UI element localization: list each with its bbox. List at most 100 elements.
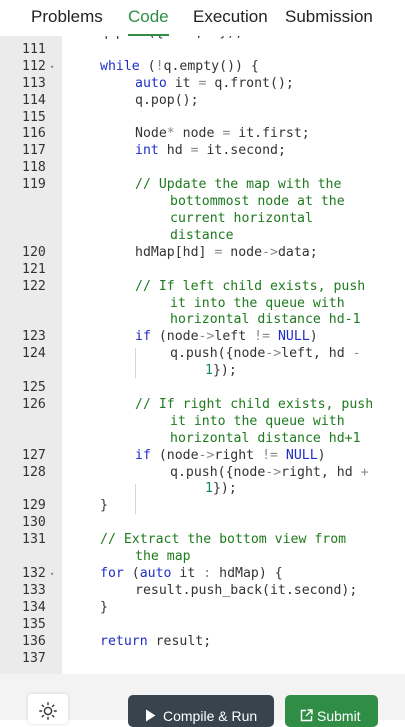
code-text: q.push({node->right, hd + xyxy=(170,465,369,482)
code-line[interactable]: horizontal distance hd+1 xyxy=(0,431,405,448)
code-line[interactable]: 137 xyxy=(0,651,405,668)
code-line[interactable]: 1}); xyxy=(0,481,405,498)
code-line[interactable]: 113 auto it = q.front(); xyxy=(0,76,405,93)
code-text: q.push({node->left, hd - xyxy=(170,346,361,363)
code-text: it into the queue with xyxy=(170,296,345,313)
code-line[interactable]: 136 return result; xyxy=(0,634,405,651)
code-line[interactable]: it into the queue with xyxy=(0,296,405,313)
code-line[interactable]: 133 result.push_back(it.second); xyxy=(0,583,405,600)
code-line[interactable]: 121 xyxy=(0,262,405,279)
submit-button[interactable]: Submit xyxy=(285,695,378,727)
code-text: } xyxy=(100,498,108,515)
code-line[interactable]: 129} xyxy=(0,498,405,515)
compile-run-label: Compile & Run xyxy=(163,708,258,724)
tab-execution[interactable]: Execution xyxy=(193,0,268,36)
code-token: ( xyxy=(139,58,156,74)
code-text: the map xyxy=(135,549,191,566)
code-token: horizontal distance hd-1 xyxy=(170,312,361,328)
code-text: if (node->right != NULL) xyxy=(135,448,326,465)
code-line[interactable]: 118 xyxy=(0,160,405,177)
code-text: int hd = it.second; xyxy=(135,143,286,160)
code-text: horizontal distance hd+1 xyxy=(170,431,361,448)
code-line[interactable]: 122 // If left child exists, push xyxy=(0,279,405,296)
code-text: // If right child exists, push xyxy=(135,397,373,414)
code-token: result; xyxy=(147,633,212,649)
code-token: }); xyxy=(212,363,237,379)
code-token: 1 xyxy=(205,481,213,497)
tab-submission[interactable]: Submission xyxy=(285,0,373,36)
code-line[interactable]: 114 q.pop(); xyxy=(0,93,405,110)
code-token: // Extract the bottom view from xyxy=(100,532,347,548)
code-token: != xyxy=(262,447,278,463)
code-line[interactable]: it into the queue with xyxy=(0,414,405,431)
code-token: // Update the map with the xyxy=(135,177,342,193)
code-line[interactable]: 124 q.push({node->left, hd - xyxy=(0,346,405,363)
code-line[interactable]: 128 q.push({node->right, hd + xyxy=(0,465,405,482)
code-line[interactable]: 116 Node* node = it.first; xyxy=(0,126,405,143)
code-line[interactable]: 120 hdMap[hd] = node->data; xyxy=(0,245,405,262)
fold-toggle-icon[interactable]: ▾ xyxy=(50,59,54,76)
code-line[interactable]: 123 if (node->left != NULL) xyxy=(0,329,405,346)
code-text: auto it = q.front(); xyxy=(135,76,294,93)
code-line[interactable]: 132 ▾ for (auto it : hdMap) { xyxy=(0,566,405,583)
tab-code-label: Code xyxy=(128,7,169,26)
code-line[interactable]: distance xyxy=(0,228,405,245)
code-token: -> xyxy=(262,244,278,260)
code-line[interactable]: 112 ▾ while (!q.empty()) { xyxy=(0,59,405,76)
compile-run-button[interactable]: Compile & Run xyxy=(128,695,274,727)
line-number: 121 xyxy=(22,261,46,277)
code-editor[interactable]: 110q.push({root, 0});111112▾while (!q.em… xyxy=(0,36,405,674)
line-number: 135 xyxy=(22,616,46,632)
code-line[interactable]: 126 // If right child exists, push xyxy=(0,397,405,414)
code-line[interactable]: the map xyxy=(0,549,405,566)
code-token: q.push({node xyxy=(170,346,266,362)
code-line[interactable]: 117 int hd = it.second; xyxy=(0,143,405,160)
code-token: node xyxy=(174,126,223,142)
line-number: 132 xyxy=(22,566,46,581)
line-number: 125 xyxy=(22,380,46,396)
code-line[interactable]: 131 // Extract the bottom view from xyxy=(0,532,405,549)
code-line[interactable]: 119 // Update the map with the xyxy=(0,177,405,194)
code-text: for (auto it : hdMap) { xyxy=(100,566,283,583)
code-line[interactable]: 115 xyxy=(0,110,405,127)
sun-icon xyxy=(39,702,57,720)
code-token: while xyxy=(100,58,140,74)
line-number: 114 xyxy=(22,92,46,108)
code-text: 1}); xyxy=(205,363,237,380)
code-token: // If left child exists, push xyxy=(135,278,366,294)
code-line[interactable]: 125 xyxy=(0,380,405,397)
code-token: if xyxy=(135,329,151,345)
code-token: }); xyxy=(212,481,237,497)
tab-problems[interactable]: Problems xyxy=(31,0,103,36)
submit-label: Submit xyxy=(317,708,361,724)
code-token: horizontal distance hd+1 xyxy=(170,430,361,446)
code-token: -> xyxy=(198,329,215,345)
play-icon xyxy=(146,709,156,722)
code-token: ( xyxy=(123,566,140,581)
tab-code[interactable]: Code xyxy=(128,0,169,36)
code-token: it into the queue with xyxy=(170,413,345,429)
code-token: != xyxy=(254,329,271,345)
code-line[interactable]: 134} xyxy=(0,600,405,617)
code-token: hdMap) { xyxy=(211,566,283,581)
fold-toggle-icon[interactable]: ▾ xyxy=(50,566,54,583)
code-line[interactable]: 130 xyxy=(0,515,405,532)
line-number: 131 xyxy=(22,532,46,548)
line-number: 137 xyxy=(22,650,46,666)
code-text: while (!q.empty()) { xyxy=(100,59,259,76)
code-token: auto xyxy=(139,566,172,581)
line-number: 111 xyxy=(22,41,46,57)
code-token: it.first; xyxy=(230,126,310,142)
code-token: right, hd xyxy=(281,464,361,480)
code-token: // If right child exists, push xyxy=(135,396,374,412)
code-token: -> xyxy=(265,346,282,362)
code-line[interactable]: 111 xyxy=(0,42,405,59)
code-line[interactable]: 127 if (node->right != NULL) xyxy=(0,448,405,465)
line-number: 134 xyxy=(22,599,46,615)
code-line[interactable]: current horizontal xyxy=(0,211,405,228)
code-line[interactable]: 1}); xyxy=(0,363,405,380)
code-line[interactable]: horizontal distance hd-1 xyxy=(0,312,405,329)
code-line[interactable]: bottommost node at the xyxy=(0,194,405,211)
code-line[interactable]: 135 xyxy=(0,617,405,634)
code-text: return result; xyxy=(100,634,211,651)
